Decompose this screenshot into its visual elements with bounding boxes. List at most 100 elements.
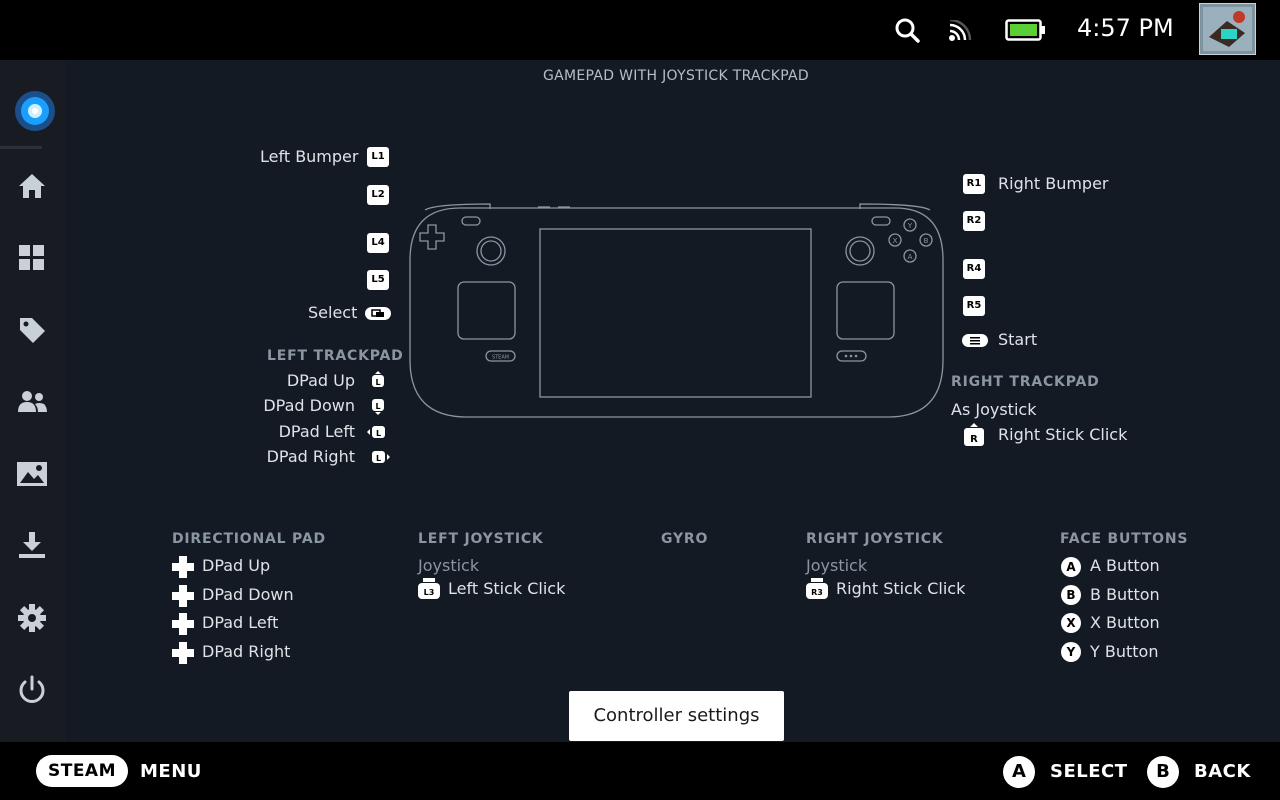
right-shoulder — [859, 203, 931, 211]
menu-button-outline — [871, 216, 891, 226]
r1-key-icon: R1 — [963, 174, 985, 194]
left-joystick-mode: Joystick — [418, 556, 480, 575]
steam-button[interactable]: STEAM — [36, 755, 128, 787]
sidebar-divider — [0, 146, 42, 149]
a-button-icon: A — [1061, 557, 1081, 577]
face-button-label: B Button — [1090, 585, 1160, 604]
right-bumper-label: Right Bumper — [998, 174, 1109, 193]
left-trackpad-item: DPad Right — [266, 447, 355, 466]
left-trackpad-item: DPad Up — [286, 371, 355, 390]
dpad-up-icon — [172, 556, 194, 578]
view-button-outline — [461, 216, 481, 226]
face-button-label: Y Button — [1090, 642, 1159, 661]
dpad-right-icon — [172, 642, 194, 664]
device-face-letter: A — [908, 253, 913, 261]
b-back-icon[interactable]: B — [1147, 756, 1179, 788]
r2-key-icon: R2 — [963, 211, 985, 231]
l4-key-icon: L4 — [367, 233, 389, 253]
select-label: Select — [308, 303, 358, 322]
battery-icon[interactable] — [1005, 19, 1047, 41]
left-shoulder — [424, 203, 491, 211]
l2-key-icon: L2 — [367, 185, 389, 205]
l5-key-icon: L5 — [367, 270, 389, 290]
steam-deck-diagram: STEAM Y X B A — [409, 203, 944, 418]
dpad-item: DPad Left — [202, 613, 279, 632]
right-joystick-mode: Joystick — [806, 556, 868, 575]
friends-icon[interactable] — [16, 388, 48, 416]
wifi-icon[interactable] — [948, 20, 972, 42]
a-select-icon[interactable]: A — [1003, 756, 1035, 788]
library-grid-icon[interactable] — [18, 244, 46, 272]
face-buttons-header: FACE BUTTONS — [1060, 531, 1189, 547]
left-joystick-header: LEFT JOYSTICK — [418, 531, 544, 547]
right-stick-click-label: Right Stick Click — [836, 579, 966, 598]
left-trackpad-item: DPad Left — [278, 422, 355, 441]
x-button-icon: X — [1061, 613, 1081, 633]
left-stick-click-label: Left Stick Click — [448, 579, 566, 598]
menu-label[interactable]: MENU — [140, 761, 202, 782]
right-trackpad-outline — [836, 281, 895, 340]
right-trackpad-header: RIGHT TRACKPAD — [951, 374, 1100, 390]
right-trackpad-click-label: Right Stick Click — [998, 425, 1128, 444]
directional-pad-header: DIRECTIONAL PAD — [172, 531, 326, 547]
r4-key-icon: R4 — [963, 259, 985, 279]
downloads-icon[interactable] — [17, 530, 47, 560]
media-icon[interactable] — [16, 460, 48, 488]
left-trackpad-right-icon: L — [372, 451, 390, 463]
svg-text:L: L — [376, 454, 381, 463]
select-button-icon — [365, 307, 391, 320]
settings-gear-icon[interactable] — [17, 603, 47, 633]
face-button-label: X Button — [1090, 613, 1160, 632]
device-body-outline — [409, 207, 944, 418]
l1-key-icon: L1 — [367, 147, 389, 167]
left-trackpad-item: DPad Down — [263, 396, 355, 415]
device-face-letter: B — [924, 237, 929, 245]
dpad-item: DPad Down — [202, 585, 294, 604]
r5-key-icon: R5 — [963, 296, 985, 316]
home-icon[interactable] — [18, 172, 46, 200]
device-face-letter: Y — [907, 222, 913, 230]
left-trackpad-up-icon: L — [372, 371, 384, 387]
device-steam-button-text: STEAM — [492, 355, 509, 361]
face-button-label: A Button — [1090, 556, 1160, 575]
gyro-header: GYRO — [661, 531, 709, 547]
left-trackpad-header: LEFT TRACKPAD — [267, 348, 404, 364]
right-joystick-header: RIGHT JOYSTICK — [806, 531, 944, 547]
svg-text:L3: L3 — [424, 588, 435, 597]
left-trackpad-outline — [457, 281, 516, 340]
dpad-item: DPad Up — [202, 556, 271, 575]
dpad-left-icon — [172, 613, 194, 635]
clock-time: 4:57 PM — [1077, 14, 1174, 42]
start-label: Start — [998, 330, 1038, 349]
y-button-icon: Y — [1061, 642, 1081, 662]
svg-text:R3: R3 — [811, 588, 823, 597]
select-action-label[interactable]: SELECT — [1050, 761, 1128, 782]
right-trackpad-mode: As Joystick — [951, 400, 1037, 419]
device-face-letter: X — [893, 237, 898, 245]
l3-stick-click-icon: L3 — [418, 578, 440, 599]
steam-logo-icon[interactable] — [14, 90, 56, 132]
left-trackpad-down-icon: L — [372, 399, 384, 415]
top-status-bar: 4:57 PM — [0, 0, 1280, 60]
svg-text:R: R — [970, 434, 978, 445]
svg-text:L: L — [375, 378, 380, 387]
left-bumper-label: Left Bumper — [260, 147, 359, 166]
svg-text:L: L — [376, 429, 381, 438]
dpad-down-icon — [172, 585, 194, 607]
svg-text:L: L — [375, 402, 380, 411]
store-tag-icon[interactable] — [18, 316, 46, 344]
sidebar — [0, 60, 66, 742]
user-avatar-icon[interactable] — [1199, 3, 1256, 55]
search-icon[interactable] — [894, 17, 920, 43]
r3-stick-click-icon: R3 — [806, 578, 828, 599]
page-title: GAMEPAD WITH JOYSTICK TRACKPAD — [543, 68, 810, 84]
dpad-item: DPad Right — [202, 642, 291, 661]
controller-settings-button[interactable]: Controller settings — [569, 691, 784, 741]
left-trackpad-left-icon: L — [367, 426, 385, 438]
power-icon[interactable] — [17, 675, 47, 705]
start-button-icon — [962, 334, 988, 347]
back-action-label[interactable]: BACK — [1194, 761, 1251, 782]
b-button-icon: B — [1061, 585, 1081, 605]
dpad-outline — [419, 224, 445, 250]
device-screen-outline — [539, 228, 812, 398]
